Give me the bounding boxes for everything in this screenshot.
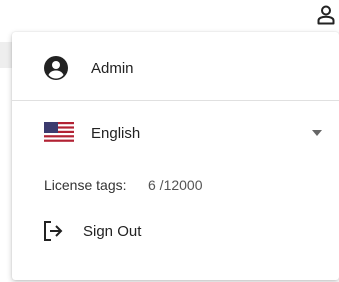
divider <box>12 100 339 101</box>
license-row: License tags: 6 /12000 <box>12 172 339 198</box>
user-row: Admin <box>12 50 339 86</box>
person-outline-icon <box>317 5 335 25</box>
account-circle-icon <box>42 54 70 82</box>
user-dropdown-menu: Admin English License tags: 6 /12000 Sig… <box>12 32 339 280</box>
sign-out-label: Sign Out <box>83 222 142 240</box>
caret-down-icon[interactable] <box>311 128 323 138</box>
license-value: 6 /12000 <box>148 177 203 193</box>
user-name: Admin <box>91 59 134 77</box>
language-label: English <box>91 124 141 142</box>
us-flag-icon <box>44 122 74 144</box>
user-menu-toggle[interactable] <box>316 4 336 26</box>
app-view: Admin English License tags: 6 /12000 Sig… <box>0 0 339 282</box>
license-label: License tags: <box>44 177 127 193</box>
background-strip <box>0 42 12 68</box>
sign-out-button[interactable]: Sign Out <box>12 216 339 246</box>
language-select[interactable]: English <box>12 116 339 150</box>
sign-out-icon <box>44 221 63 241</box>
